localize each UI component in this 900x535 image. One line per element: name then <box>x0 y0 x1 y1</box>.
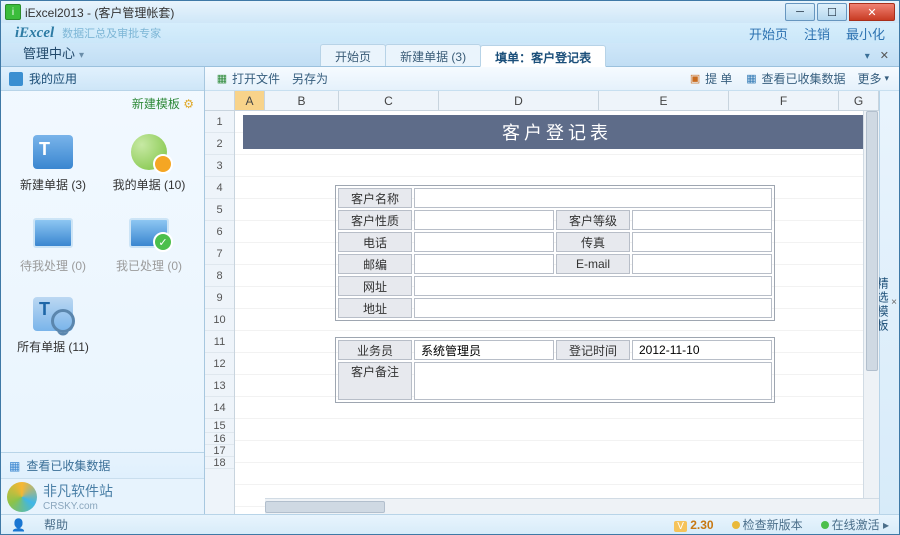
input-remark[interactable] <box>414 362 772 400</box>
maximize-button[interactable]: ☐ <box>817 3 847 21</box>
col-G[interactable]: G <box>839 91 879 110</box>
main-window: i iExcel2013 - (客户管理帐套) ─ ☐ ✕ iExcel 数据汇… <box>0 0 900 535</box>
label-cust-level: 客户等级 <box>556 210 630 230</box>
col-B[interactable]: B <box>265 91 339 110</box>
tile-handled[interactable]: 我已处理 (0) <box>103 207 195 280</box>
rail-close-icon[interactable]: × <box>891 297 899 308</box>
label-agent: 业务员 <box>338 340 412 360</box>
submit-icon: ▣ <box>688 72 702 86</box>
label-cust-nature: 客户性质 <box>338 210 412 230</box>
table-icon: ▦ <box>9 459 20 473</box>
label-email: E-mail <box>556 254 630 274</box>
status-bar: 👤 帮助 V 2.30 检查新版本 在线激活 ▸ <box>1 514 899 534</box>
monitor-icon <box>29 213 77 253</box>
home-icon <box>9 72 23 86</box>
main-panel: ▦打开文件 另存为 ▣提 单 ▦查看已收集数据 更多 ▾ A B C D E <box>205 67 899 514</box>
toolbar-save-as[interactable]: 另存为 <box>292 70 328 87</box>
label-phone: 电话 <box>338 232 412 252</box>
sidebar: 我的应用 新建模板 ⚙ 新建单据 (3) 我的单据 (10) 待我处理 (0) <box>1 67 205 514</box>
value-reg-time[interactable]: 2012-11-10 <box>632 340 772 360</box>
nav-logout[interactable]: 注销 <box>804 24 830 43</box>
tile-all-docs[interactable]: 所有单据 (11) <box>7 288 99 361</box>
document-icon <box>29 132 77 172</box>
tab-bar: 管理中心▾ 开始页 新建单据 (3) 填单：客户登记表 ▾ ✕ <box>1 43 899 67</box>
right-rail[interactable]: × 精选模板 <box>879 91 899 514</box>
tab-fill-form[interactable]: 填单：客户登记表 <box>480 45 606 67</box>
tab-scroll-icon[interactable]: ▾ <box>859 47 876 66</box>
status-help[interactable]: 帮助 <box>44 516 68 533</box>
input-cust-nature[interactable] <box>414 210 554 230</box>
sidebar-heading: 我的应用 <box>1 67 204 91</box>
excel-icon: ▦ <box>215 72 229 86</box>
user-icon <box>125 132 173 172</box>
column-header-row: A B C D E F G <box>205 91 879 111</box>
tile-to-handle[interactable]: 待我处理 (0) <box>7 207 99 280</box>
nav-minimize[interactable]: 最小化 <box>846 24 885 43</box>
input-phone[interactable] <box>414 232 554 252</box>
input-addr[interactable] <box>414 298 772 318</box>
toolbar-open-file[interactable]: ▦打开文件 <box>215 70 280 87</box>
tab-start[interactable]: 开始页 <box>320 44 386 66</box>
label-cust-name: 客户名称 <box>338 188 412 208</box>
tab-new-doc[interactable]: 新建单据 (3) <box>385 44 481 66</box>
monitor-check-icon <box>125 213 173 253</box>
input-cust-level[interactable] <box>632 210 772 230</box>
col-F[interactable]: F <box>729 91 839 110</box>
label-remark: 客户备注 <box>338 362 412 400</box>
tab-close-icon[interactable]: ✕ <box>876 45 893 66</box>
status-check-new[interactable]: 检查新版本 <box>732 516 803 533</box>
col-A[interactable]: A <box>235 91 265 110</box>
input-cust-name[interactable] <box>414 188 772 208</box>
status-online-activate[interactable]: 在线激活 ▸ <box>821 516 889 533</box>
toolbar-more[interactable]: 更多 ▾ <box>857 70 889 87</box>
sidebar-new-template[interactable]: 新建模板 ⚙ <box>1 91 204 116</box>
input-email[interactable] <box>632 254 772 274</box>
col-D[interactable]: D <box>439 91 599 110</box>
titlebar[interactable]: i iExcel2013 - (客户管理帐套) ─ ☐ ✕ <box>1 1 899 23</box>
minimize-button[interactable]: ─ <box>785 3 815 21</box>
sidebar-view-collected[interactable]: ▦ 查看已收集数据 <box>1 452 204 478</box>
app-icon: i <box>5 4 21 20</box>
toolbar: ▦打开文件 另存为 ▣提 单 ▦查看已收集数据 更多 ▾ <box>205 67 899 91</box>
vertical-scrollbar[interactable] <box>863 111 879 498</box>
management-center[interactable]: 管理中心▾ <box>7 39 100 66</box>
window-title: iExcel2013 - (客户管理帐套) <box>25 4 174 21</box>
cells-area[interactable]: 客户登记表 客户名称 客户性质 客户等级 电话 传真 邮编 E-mail 网址 地址 <box>235 111 879 514</box>
label-url: 网址 <box>338 276 412 296</box>
col-E[interactable]: E <box>599 91 729 110</box>
toolbar-view-collected[interactable]: ▦查看已收集数据 <box>744 70 845 87</box>
chevron-down-icon: ▾ <box>884 73 889 84</box>
tile-my-docs[interactable]: 我的单据 (10) <box>103 126 195 199</box>
search-doc-icon <box>29 294 77 334</box>
input-zip[interactable] <box>414 254 554 274</box>
row-header-col: 123456789101112131415161718 <box>205 111 235 514</box>
help-icon[interactable]: 👤 <box>11 518 26 532</box>
tile-new-doc[interactable]: 新建单据 (3) <box>7 126 99 199</box>
horizontal-scrollbar[interactable] <box>265 498 879 514</box>
form-title: 客户登记表 <box>243 115 871 149</box>
close-button[interactable]: ✕ <box>849 3 895 21</box>
nav-home[interactable]: 开始页 <box>749 24 788 43</box>
label-zip: 邮编 <box>338 254 412 274</box>
status-version: V 2.30 <box>674 518 713 532</box>
crsky-logo-icon <box>7 482 37 512</box>
customer-form-footer: 业务员 系统管理员 登记时间 2012-11-10 客户备注 <box>335 337 775 403</box>
brand-bar: iExcel 数据汇总及审批专家 开始页 注销 最小化 <box>1 23 899 43</box>
spreadsheet[interactable]: A B C D E F G 12345678910111213141516171… <box>205 91 879 514</box>
grid-icon: ▦ <box>744 72 758 86</box>
label-fax: 传真 <box>556 232 630 252</box>
gear-icon: ⚙ <box>183 97 194 111</box>
input-fax[interactable] <box>632 232 772 252</box>
customer-form: 客户名称 客户性质 客户等级 电话 传真 邮编 E-mail 网址 地址 <box>335 185 775 321</box>
chevron-down-icon: ▾ <box>79 50 84 61</box>
input-url[interactable] <box>414 276 772 296</box>
watermark: 非凡软件站 CRSKY.com <box>1 478 204 514</box>
value-agent[interactable]: 系统管理员 <box>414 340 554 360</box>
label-addr: 地址 <box>338 298 412 318</box>
col-C[interactable]: C <box>339 91 439 110</box>
toolbar-submit[interactable]: ▣提 单 <box>688 70 732 87</box>
label-reg-time: 登记时间 <box>556 340 630 360</box>
